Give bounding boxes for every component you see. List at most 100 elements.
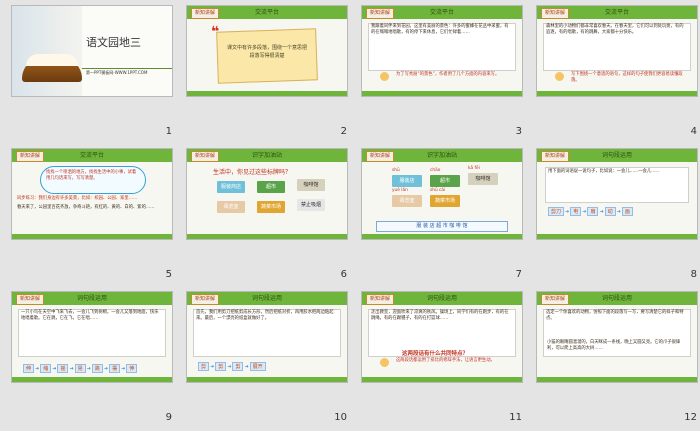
cover-title: 语文园地三 [86,36,141,49]
cover-subtitle: 第一PPT模板网-WWW.1PPT.COM [86,70,148,75]
slide-number: 2 [340,126,347,137]
figure-icon [380,358,389,367]
slide-4[interactable]: 新知讲解 交流平台 森林里的小动物们都非常喜欢春天。在春天里，它们可以到处玩耍，有的… [537,6,697,96]
chain-word: 剪刀 [548,207,565,216]
arrow-icon: ➜ [599,209,604,215]
bottom-band [12,377,172,382]
pinyin-label: kā fēi [468,166,480,171]
slide-9[interactable]: 新知讲解 词句段运用 一只小鸟在天空中飞来飞去，一会儿飞到树梢，一会儿又落到地面，快… [12,292,172,382]
cover-bar [82,68,172,69]
chain-word: 伸 [126,364,138,373]
slide-tag: 新知讲解 [541,8,569,19]
pinyin-label: shū [392,168,400,173]
arrow-icon: ➜ [582,209,587,215]
practice-label: 同步练习：我们身边有许多美景，比如：校园、公园、家里…… [17,196,138,201]
sign-card: 咖啡馆 [297,179,325,191]
slide-body: 走出教室，迎面吹来了凉爽的秋风。操场上，同学们有的在跑步，有的在跳绳，有的在踢毽… [371,310,509,321]
slide-10[interactable]: 新知讲解 词句段运用 首先，我们用剪刀把纸剪成长方形，然后把纸对折，再用胶水把两边粘… [187,292,347,382]
practice-body: 春天来了，公园里百花齐放，争奇斗艳，有红的、黄的、白的、紫的…… [17,205,155,210]
slide-title: 交流平台 [79,152,104,159]
arrow-icon: ➜ [121,366,126,372]
bottom-band [537,234,697,239]
quote-mark-icon: ❝ [211,24,220,40]
bottom-band [187,377,347,382]
slide-body: 生活中，你见过这些标牌吗？ [213,169,292,176]
slide-body: 找找一个喷洒的地方，找找生活中的小事，试着用几句话来写，写写清楚。 [46,170,137,181]
sign-card: 服装店 [392,175,422,187]
arrow-icon: ➜ [565,209,570,215]
sign-card: 蔬菜市场 [257,201,285,213]
slide-number: 1 [165,126,172,137]
example-text: 小猫的眼睛圆溜溜的，白天眯成一条线，晚上又圆又亮。它的爪子很锋利，可以爬上高高的… [547,340,681,351]
slide-3[interactable]: 新知讲解 交流平台我跟着同伴来到花园，这里有美丽的景色：许多的蜜蜂在花丛中采蜜，有… [362,6,522,96]
figure-icon [555,72,564,81]
arrow-icon: ➜ [103,366,109,372]
chain-word: 画 [621,207,633,216]
slide-number: 7 [515,269,522,280]
slide-6[interactable]: 新知讲解 识字加油站 生活中，你见过这些标牌吗？ 服装商店 超市 咖啡馆 阅览室 蔬菜市场 禁止… [187,149,347,239]
chain-word: 展开 [249,362,266,371]
slide-title: 识字加油站 [251,152,282,159]
sign-card: 超市 [257,181,285,193]
slide-7[interactable]: 新知讲解 识字加油站 服装店 shū 超市 chāo 咖啡馆 kā fēi 阅览室 yuè lǎn… [362,149,522,239]
bottom-band [12,234,172,239]
sign-card: 阅览室 [392,195,422,207]
arrow-icon: ➜ [244,364,249,370]
figure-icon [380,72,389,81]
bottom-band [187,234,347,239]
slide-number: 8 [690,269,697,280]
slide-8[interactable]: 新知讲解 词句段运用 用下面的词语说一说句子，比如说：一会儿……一会儿…… 剪刀 ➜ 电 ➜… [537,149,697,239]
book-pages-icon [26,54,78,66]
bottom-band [362,377,522,382]
sign-card: 咖啡馆 [468,173,498,185]
arrow-icon: ➜ [69,366,74,372]
pinyin-label: shū cài [430,188,446,193]
slide-number: 6 [340,269,347,280]
chain-word: 跳 [91,364,103,373]
slide-body: 课文中有许多段落，围绕一个意思把段落写得很清楚 [226,45,307,59]
chain-word: 摆 [109,364,121,373]
slide-number: 5 [165,269,172,280]
chain-word: 缩 [40,364,52,373]
sign-card: 阅览室 [217,201,245,213]
bottom-band [537,91,697,96]
slide-body: 我跟着同伴来到花园，这里有美丽的景色：许多的蜜蜂在花丛中采蜜，有的在嗡嗡地唱歌，… [371,24,509,35]
chain-word: 剪 [198,362,210,371]
slide-number: 10 [334,412,347,423]
arrow-icon: ➜ [86,366,91,372]
slide-tag: 新知讲解 [191,151,219,162]
slide-title: 词句段运用 [426,295,457,302]
chain-word: 晃 [74,364,86,373]
sign-card: 超市 [430,175,460,187]
arrow-icon: ➜ [210,364,215,370]
bottom-band [362,91,522,96]
slide-number: 12 [684,412,697,423]
word-chain: 伸 ➜ 缩 ➜ 摇 ➜ 晃 ➜ 跳 ➜ 摆 ➜ 伸 [22,364,162,373]
slide-12[interactable]: 新知讲解 词句段运用 选定一个你喜欢的动物，仿照下面的段落写一写，要写清楚它的样子和… [537,292,697,382]
bottom-band [537,377,697,382]
slide-tag: 新知讲解 [366,294,394,305]
slide-tag: 新知讲解 [16,151,44,162]
note-text: 写下围绕一个意思的语句，这样的句子使我们更容易读懂段落。 [571,72,683,83]
slide-1[interactable]: 语文园地三第一PPT模板网-WWW.1PPT.COM [12,6,172,96]
sign-card: 蔬菜市场 [430,195,460,207]
slide-11[interactable]: 新知讲解 词句段运用走出教室，迎面吹来了凉爽的秋风。操场上，同学们有的在跑步，有的… [362,292,522,382]
background-book-graphic [12,6,82,96]
word-chain: 剪刀 ➜ 电 ➜ 扇 ➜ 动 ➜ 画 [547,207,687,216]
slide-body: 一只小鸟在天空中飞来飞去，一会儿飞到树梢，一会儿又落到地面，快乐地唱着歌。它在跳… [21,310,159,321]
slide-5[interactable]: 新知讲解 交流平台找找一个喷洒的地方，找找生活中的小事，试着用几句话来写，写写清楚… [12,149,172,239]
slide-tag: 新知讲解 [366,8,394,19]
slide-title: 词句段运用 [251,295,282,302]
slide-tag: 新知讲解 [366,151,394,162]
slide-number: 11 [509,412,522,423]
chain-word: 动 [604,207,616,216]
arrow-icon: ➜ [616,209,621,215]
slide-body: 森林里的小动物们都非常喜欢春天。在春天里，它们可以到处玩耍，有的追逐，有的唱歌，… [546,24,684,35]
slide-2[interactable]: 新知讲解 交流平台 ❝ 课文中有许多段落，围绕一个意思把段落写得很清楚 [187,6,347,96]
slide-title: 词句段运用 [601,295,632,302]
slide-title: 识字加油站 [426,152,457,159]
bottom-band [362,234,522,239]
bottom-band [187,91,347,96]
slide-tag: 新知讲解 [541,294,569,305]
slide-title: 交流平台 [429,9,454,16]
